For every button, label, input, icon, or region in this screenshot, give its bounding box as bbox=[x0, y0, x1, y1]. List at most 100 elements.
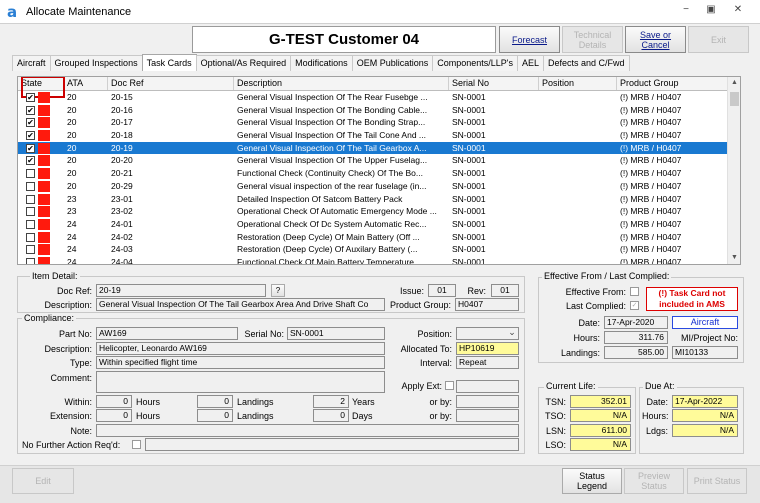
apply-ext-field[interactable] bbox=[456, 380, 519, 393]
row-checkbox[interactable] bbox=[26, 194, 35, 204]
table-row[interactable]: ✔ 20 20-19 General Visual Inspection Of The… bbox=[18, 141, 728, 155]
exit-button[interactable]: Exit bbox=[688, 26, 749, 53]
extension-or-by-field[interactable] bbox=[456, 409, 519, 422]
last-complied-hours-field[interactable]: 311.76 bbox=[604, 331, 668, 344]
col-serial-no-header[interactable]: Serial No bbox=[449, 77, 539, 90]
within-hours-field[interactable]: 0 bbox=[96, 395, 132, 408]
preview-status-button[interactable]: Preview Status bbox=[624, 468, 684, 494]
tab-ael[interactable]: AEL bbox=[516, 55, 544, 71]
no-further-action-checkbox[interactable] bbox=[132, 440, 141, 449]
effective-from-checkbox[interactable] bbox=[630, 287, 639, 296]
comment-field[interactable] bbox=[96, 371, 385, 393]
edit-button[interactable]: Edit bbox=[12, 468, 74, 494]
due-date-field[interactable]: 17-Apr-2022 bbox=[672, 395, 738, 408]
no-further-action-field[interactable] bbox=[145, 438, 519, 451]
table-row[interactable]: 24 24-02 Restoration (Deep Cycle) Of Main … bbox=[18, 231, 728, 244]
table-row[interactable]: 24 24-03 Restoration (Deep Cycle) Of Auxil… bbox=[18, 243, 728, 256]
within-landings-field[interactable]: 0 bbox=[197, 395, 233, 408]
scroll-up-icon[interactable]: ▲ bbox=[728, 77, 740, 89]
row-checkbox[interactable] bbox=[26, 257, 35, 264]
serial-no-field[interactable]: SN-0001 bbox=[287, 327, 385, 340]
print-status-button[interactable]: Print Status bbox=[687, 468, 747, 494]
table-row[interactable]: ✔ 20 20-17 General Visual Inspection Of The… bbox=[18, 116, 728, 129]
compliance-description-field[interactable]: Helicopter, Leonardo AW169 bbox=[96, 342, 385, 355]
table-row[interactable]: ✔ 20 20-15 General Visual Inspection Of The… bbox=[18, 91, 728, 104]
rev-field[interactable]: 01 bbox=[491, 284, 519, 297]
ata-cell: 20 bbox=[67, 117, 77, 128]
row-checkbox[interactable]: ✔ bbox=[26, 93, 35, 102]
doc-ref-lookup-button[interactable]: ? bbox=[271, 284, 285, 297]
row-checkbox[interactable]: ✔ bbox=[26, 156, 35, 166]
mi-project-field[interactable]: MI10133 bbox=[672, 346, 738, 359]
product-group-field[interactable]: H0407 bbox=[455, 298, 519, 311]
table-row[interactable]: ✔ 20 20-20 General Visual Inspection Of The… bbox=[18, 154, 728, 167]
row-checkbox[interactable] bbox=[26, 207, 35, 217]
forecast-button[interactable]: Forecast bbox=[499, 26, 560, 53]
tab-grouped-inspections[interactable]: Grouped Inspections bbox=[49, 55, 143, 71]
issue-field[interactable]: 01 bbox=[428, 284, 456, 297]
save-or-cancel-button[interactable]: Save or Cancel bbox=[625, 26, 686, 53]
tab-modifications[interactable]: Modifications bbox=[290, 55, 353, 71]
tsn-field[interactable]: 352.01 bbox=[570, 395, 631, 408]
extension-hours-field[interactable]: 0 bbox=[96, 409, 132, 422]
col-position-header[interactable]: Position bbox=[539, 77, 617, 90]
minimize-icon[interactable]: − bbox=[676, 4, 696, 20]
item-description-field[interactable]: General Visual Inspection Of The Tail Ge… bbox=[96, 298, 385, 311]
within-or-by-field[interactable] bbox=[456, 395, 519, 408]
row-checkbox[interactable]: ✔ bbox=[26, 118, 35, 128]
row-checkbox[interactable] bbox=[26, 181, 35, 191]
row-checkbox[interactable]: ✔ bbox=[26, 131, 35, 141]
row-checkbox[interactable] bbox=[26, 245, 35, 255]
extension-days-field[interactable]: 0 bbox=[313, 409, 349, 422]
col-product-group-header[interactable]: Product Group bbox=[617, 77, 728, 90]
last-complied-landings-field[interactable]: 585.00 bbox=[604, 346, 668, 359]
last-complied-checkbox[interactable]: ✓ bbox=[630, 301, 639, 310]
tab-optional-as-required[interactable]: Optional/As Required bbox=[195, 55, 292, 71]
grid-scrollbar[interactable]: ▲ ▼ bbox=[727, 77, 740, 264]
technical-details-button[interactable]: Technical Details bbox=[562, 26, 623, 53]
tso-field[interactable]: N/A bbox=[570, 409, 631, 422]
note-field[interactable] bbox=[96, 424, 519, 437]
close-icon[interactable]: ✕ bbox=[728, 4, 748, 20]
due-ldgs-field[interactable]: N/A bbox=[672, 424, 738, 437]
table-row[interactable]: 24 24-04 Functional Check Of Main Battery … bbox=[18, 256, 728, 264]
table-row[interactable]: 20 20-29 General visual inspection of the … bbox=[18, 180, 728, 193]
due-hours-field[interactable]: N/A bbox=[672, 409, 738, 422]
table-row[interactable]: ✔ 20 20-16 General Visual Inspection Of The… bbox=[18, 104, 728, 117]
tab-components-llps[interactable]: Components/LLP's bbox=[432, 55, 518, 71]
lsn-field[interactable]: 611.00 bbox=[570, 424, 631, 437]
status-legend-button[interactable]: Status Legend bbox=[562, 468, 622, 494]
lso-field[interactable]: N/A bbox=[570, 438, 631, 451]
type-field[interactable]: Within specified flight time bbox=[96, 356, 385, 369]
tab-aircraft[interactable]: Aircraft bbox=[12, 55, 51, 71]
table-row[interactable]: 20 20-21 Functional Check (Continuity Chec… bbox=[18, 167, 728, 180]
scroll-down-icon[interactable]: ▼ bbox=[728, 252, 740, 264]
row-checkbox[interactable] bbox=[26, 219, 35, 229]
table-row[interactable]: 24 24-01 Operational Check Of Dc System Au… bbox=[18, 218, 728, 231]
extension-landings-field[interactable]: 0 bbox=[197, 409, 233, 422]
tab-oem-publications[interactable]: OEM Publications bbox=[351, 55, 434, 71]
table-row[interactable]: 23 23-01 Detailed Inspection Of Satcom Bat… bbox=[18, 193, 728, 206]
row-checkbox[interactable]: ✔ bbox=[26, 105, 35, 115]
tab-defects-cfwd[interactable]: Defects and C/Fwd bbox=[543, 55, 630, 71]
within-years-field[interactable]: 2 bbox=[313, 395, 349, 408]
position-dropdown-icon[interactable]: ⌄ bbox=[506, 327, 518, 339]
doc-ref-field[interactable]: 20-19 bbox=[96, 284, 266, 297]
tab-task-cards[interactable]: Task Cards bbox=[141, 54, 197, 71]
part-no-field[interactable]: AW169 bbox=[96, 327, 238, 340]
row-checkbox[interactable]: ✔ bbox=[26, 143, 35, 153]
row-checkbox[interactable] bbox=[26, 232, 35, 242]
col-doc-ref-header[interactable]: Doc Ref bbox=[108, 77, 234, 90]
scrollbar-thumb[interactable] bbox=[730, 92, 739, 106]
allocated-to-field[interactable]: HP10619 bbox=[456, 342, 519, 355]
apply-ext-checkbox[interactable] bbox=[445, 381, 454, 390]
last-complied-date-field[interactable]: 17-Apr-2020 bbox=[604, 316, 668, 329]
aircraft-link[interactable]: Aircraft bbox=[672, 316, 738, 329]
col-description-header[interactable]: Description bbox=[234, 77, 449, 90]
row-checkbox[interactable] bbox=[26, 169, 35, 179]
restore-icon[interactable]: ▣ bbox=[701, 4, 721, 20]
table-row[interactable]: ✔ 20 20-18 General Visual Inspection Of The… bbox=[18, 129, 728, 142]
col-ata-header[interactable]: ATA bbox=[64, 77, 108, 90]
interval-field[interactable]: Repeat bbox=[456, 356, 519, 369]
table-row[interactable]: 23 23-02 Operational Check Of Automatic Em… bbox=[18, 205, 728, 218]
